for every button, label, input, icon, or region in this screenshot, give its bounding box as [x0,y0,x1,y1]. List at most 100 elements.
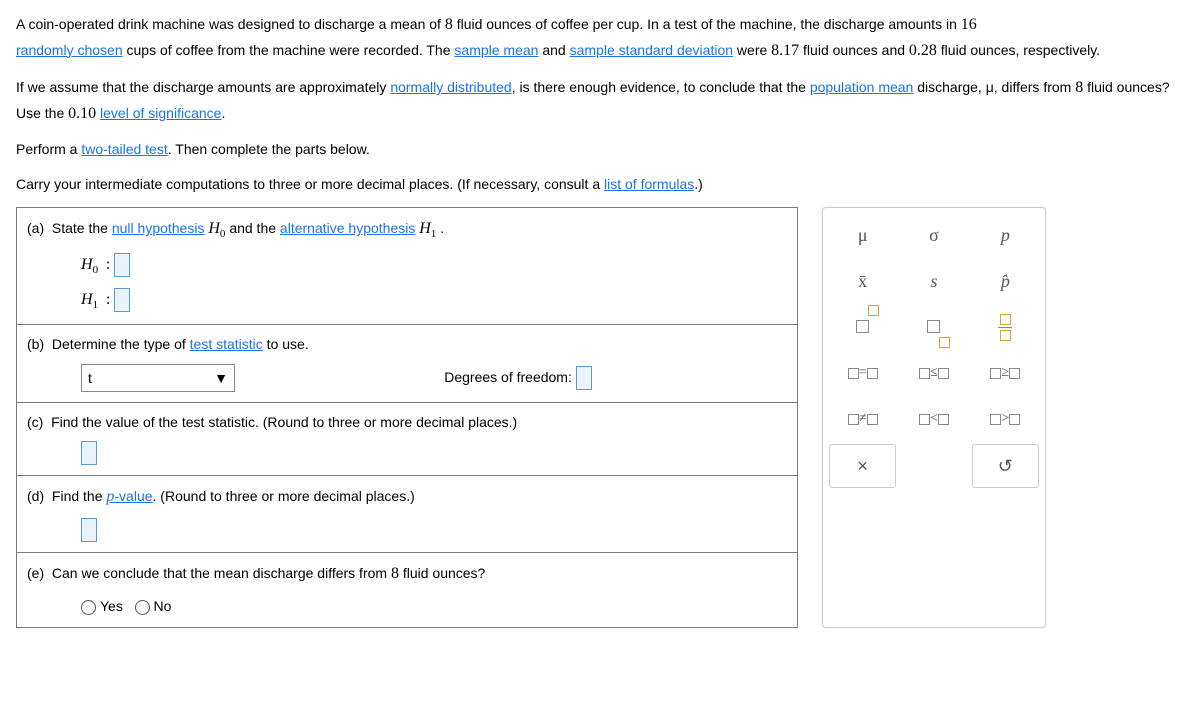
label-yes: Yes [100,598,123,614]
palette-gt[interactable]: > [972,398,1039,440]
link-normally-distributed[interactable]: normally distributed [390,79,511,95]
value-sample-size: 16 [961,16,977,33]
value-sample-mean: 8.17 [771,42,799,59]
problem-paragraph-2: If we assume that the discharge amounts … [16,75,1184,126]
problem-paragraph-3: Perform a two-tailed test. Then complete… [16,138,1184,160]
link-sample-sd[interactable]: sample standard deviation [570,42,733,58]
palette-exponent[interactable] [829,306,896,348]
palette-le[interactable]: ≤ [900,352,967,394]
chevron-down-icon: ▼ [214,367,228,389]
symbol-h: H [208,220,220,237]
subscript-0: 0 [220,228,226,240]
part-label: (c) [27,414,43,430]
palette-ne[interactable]: ≠ [829,398,896,440]
text: cups of coffee from the machine were rec… [123,42,455,58]
text: and [538,42,569,58]
test-statistic-select[interactable]: t ▼ [81,364,235,392]
text: fluid ounces, respectively. [937,42,1100,58]
text: .) [694,176,703,192]
subscript-1: 1 [93,299,99,311]
symbol-h: H [419,220,431,237]
palette-lt[interactable]: < [900,398,967,440]
part-d: (d) Find the p-value. (Round to three or… [17,476,797,553]
text: were [733,42,771,58]
text: fluid ounces? [399,565,485,581]
text: fluid ounces of coffee per cup. In a tes… [453,16,961,32]
part-c: (c) Find the value of the test statistic… [17,403,797,477]
radio-no[interactable] [135,600,150,615]
palette-xbar[interactable]: x̄ [829,260,896,302]
radio-yes[interactable] [81,600,96,615]
value-sample-sd: 0.28 [909,42,937,59]
link-alternative-hypothesis[interactable]: alternative hypothesis [280,220,415,236]
label-no: No [154,598,172,614]
part-b: (b) Determine the type of test statistic… [17,325,797,402]
part-label: (e) [27,565,44,581]
text: fluid ounces and [799,42,909,58]
symbol-h: H [81,291,93,308]
questions-panel: (a) State the null hypothesis H0 and the… [16,207,798,628]
text: Carry your intermediate computations to … [16,176,604,192]
h1-input-row: H1 : [81,287,787,314]
colon: : [106,291,110,308]
palette-s[interactable]: s [900,260,967,302]
value-design-mean: 8 [445,16,453,33]
part-e: (e) Can we conclude that the mean discha… [17,553,797,627]
palette-equals[interactable]: = [829,352,896,394]
text: . [221,105,225,121]
close-icon: × [857,452,868,481]
text: If we assume that the discharge amounts … [16,79,390,95]
h0-input[interactable] [114,253,130,277]
text: . (Round to three or more decimal places… [153,488,415,504]
text: Perform a [16,141,81,157]
text: Find the value of the test statistic. (R… [51,414,517,430]
palette-reset[interactable]: ↺ [972,444,1039,488]
text: Determine the type of [52,336,190,352]
value-mean: 8 [391,565,399,582]
part-label: (a) [27,220,44,236]
link-null-hypothesis[interactable]: null hypothesis [112,220,205,236]
select-value: t [88,367,92,389]
link-sample-mean[interactable]: sample mean [454,42,538,58]
symbol-palette: μ σ p x̄ s p̂ = ≤ ≥ ≠ < > × ↺ [822,207,1046,628]
palette-mu[interactable]: μ [829,214,896,256]
pvalue-input[interactable] [81,518,97,542]
palette-fraction[interactable] [972,306,1039,348]
text: Can we conclude that the mean discharge … [52,565,391,581]
palette-phat[interactable]: p̂ [972,260,1039,302]
palette-ge[interactable]: ≥ [972,352,1039,394]
palette-clear[interactable]: × [829,444,896,488]
palette-sigma[interactable]: σ [900,214,967,256]
df-label: Degrees of freedom: [444,369,572,385]
palette-p[interactable]: p [972,214,1039,256]
link-two-tailed-test[interactable]: two-tailed test [81,141,167,157]
text: . Then complete the parts below. [168,141,370,157]
part-label: (d) [27,488,44,504]
text: A coin-operated drink machine was design… [16,16,445,32]
palette-subscript[interactable] [900,306,967,348]
subscript-1: 1 [431,228,437,240]
link-level-of-significance[interactable]: level of significance [100,105,221,121]
link-p-value[interactable]: p-value [106,488,152,504]
part-a: (a) State the null hypothesis H0 and the… [17,208,797,325]
part-label: (b) [27,336,44,352]
symbol-h: H [81,256,93,273]
text: and the [229,220,280,236]
colon: : [106,256,110,273]
link-list-of-formulas[interactable]: list of formulas [604,176,694,192]
value-alpha: 0.10 [68,105,96,122]
h1-input[interactable] [114,288,130,312]
reset-icon: ↺ [998,452,1013,481]
text: to use. [263,336,309,352]
text: discharge, μ, differs from [913,79,1075,95]
text: Find the [52,488,106,504]
link-randomly-chosen[interactable]: randomly chosen [16,42,123,58]
problem-paragraph-1: A coin-operated drink machine was design… [16,12,1184,63]
link-population-mean[interactable]: population mean [810,79,914,95]
subscript-0: 0 [93,263,99,275]
test-stat-input[interactable] [81,441,97,465]
df-input[interactable] [576,366,592,390]
h0-input-row: H0 : [81,252,787,279]
text: State the [52,220,112,236]
link-test-statistic[interactable]: test statistic [190,336,263,352]
